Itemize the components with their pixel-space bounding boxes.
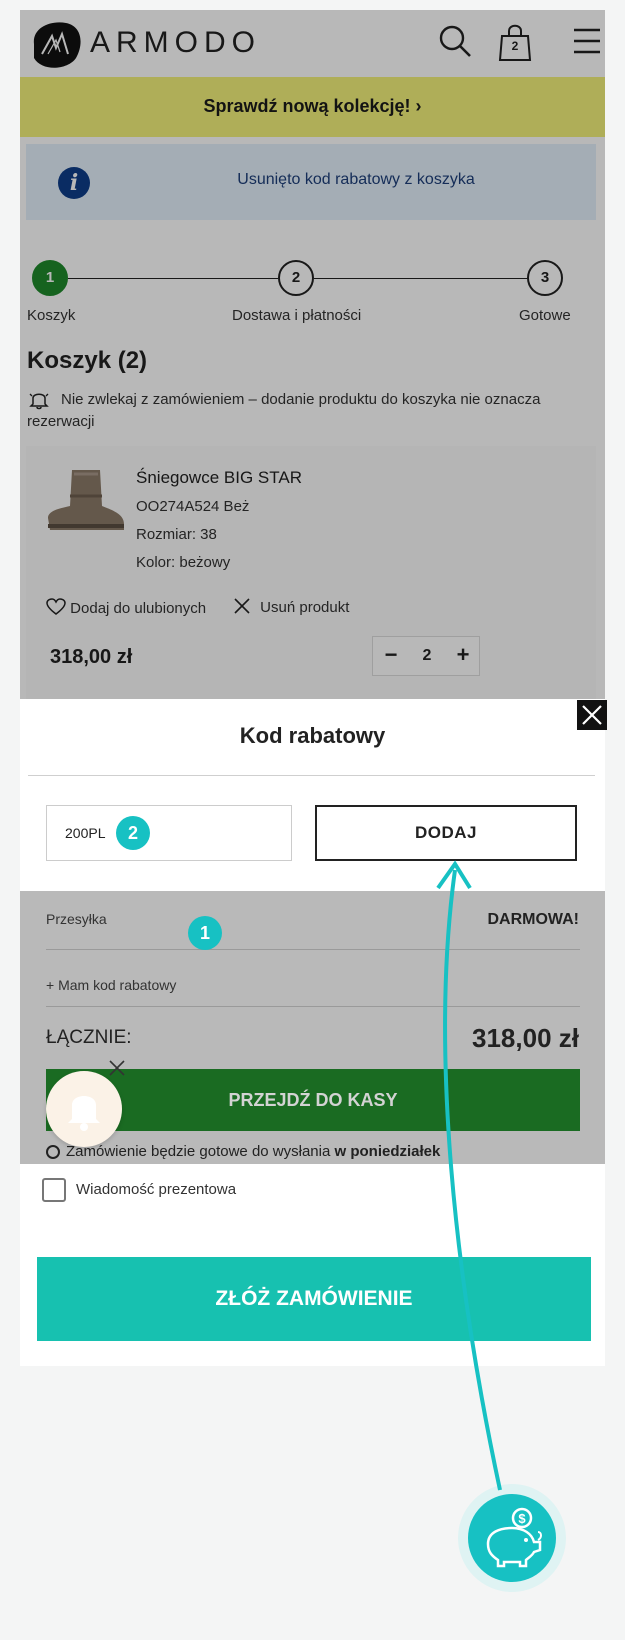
piggy-bank-icon: $ — [486, 1507, 542, 1568]
proceed-to-checkout-button[interactable]: PRZEJDŹ DO KASY — [46, 1069, 580, 1131]
total-label: ŁĄCZNIE: — [46, 1027, 132, 1048]
quantity-increase-button[interactable]: + — [445, 637, 481, 675]
place-order-button[interactable]: ZŁÓŻ ZAMÓWIENIE — [37, 1257, 591, 1341]
discount-code-toggle[interactable]: + Mam kod rabatowy — [46, 977, 176, 993]
total-value: 318,00 zł — [472, 1023, 579, 1053]
reservation-warning: Nie zwlekaj z zamówieniem – dodanie prod… — [27, 391, 541, 430]
bell-icon — [68, 1096, 100, 1131]
product-color: Kolor: beżowy — [136, 554, 231, 571]
product-sku: OO274A524 Beż — [136, 498, 250, 515]
step-connector — [314, 278, 528, 279]
gift-message-label: Wiadomość prezentowa — [76, 1181, 237, 1198]
divider — [28, 775, 595, 776]
step-1-label: Koszyk — [27, 307, 76, 324]
step-2-label: Dostawa i płatności — [232, 307, 362, 324]
shipping-value: DARMOWA! — [487, 911, 579, 928]
favorites-label: Dodaj do ulubionych — [70, 600, 207, 617]
quantity-decrease-button[interactable]: − — [373, 637, 409, 675]
step-3-label: Gotowe — [519, 307, 571, 324]
product-name[interactable]: Śniegowce BIG STAR — [136, 468, 302, 488]
cart-title: Koszyk (2) — [27, 347, 148, 374]
step-badge-2: 2 — [116, 816, 150, 850]
close-icon — [234, 598, 250, 614]
step-connector — [68, 278, 278, 279]
ship-note-day: w poniedziałek — [334, 1143, 441, 1160]
heart-icon — [46, 598, 66, 615]
modal-title: Kod rabatowy — [239, 723, 386, 748]
shipping-label: Przesyłka — [46, 911, 107, 927]
product-size: Rozmiar: 38 — [136, 526, 217, 543]
product-price: 318,00 zł — [50, 646, 133, 668]
product-image[interactable] — [42, 466, 128, 534]
cart-count-badge: 2 — [511, 39, 519, 53]
info-notice-text: Usunięto kod rabatowy z koszyka — [237, 171, 475, 188]
hamburger-menu-icon[interactable] — [574, 26, 600, 56]
remove-label: Usuń produkt — [260, 599, 350, 616]
step-2-circle: 2 — [278, 260, 314, 296]
site-header: ARMODO 2 — [20, 10, 605, 77]
discount-code-input[interactable] — [46, 805, 292, 861]
savings-widget-inner: $ — [468, 1494, 556, 1582]
svg-text:$: $ — [518, 1511, 526, 1526]
cart-button[interactable]: 2 — [498, 22, 532, 62]
gift-message-checkbox[interactable] — [42, 1178, 66, 1202]
divider — [46, 949, 580, 950]
shipping-ready-note: Zamówienie będzie gotowe do wysłania w p… — [66, 1143, 440, 1160]
brand-name[interactable]: ARMODO — [90, 26, 261, 60]
discount-code-modal: Kod rabatowy 2 DODAJ — [20, 699, 607, 891]
step-1-circle[interactable]: 1 — [32, 260, 68, 296]
close-notification-icon[interactable] — [109, 1060, 125, 1076]
add-code-button[interactable]: DODAJ — [315, 805, 577, 861]
notifications-bell-button[interactable] — [46, 1071, 122, 1147]
quantity-value[interactable]: 2 — [409, 637, 445, 675]
remove-product-button[interactable]: Usuń produkt — [234, 598, 349, 616]
quantity-stepper: − 2 + — [372, 636, 480, 676]
cart-item: Śniegowce BIG STAR OO274A524 Beż Rozmiar… — [26, 446, 596, 700]
add-to-favorites-button[interactable]: Dodaj do ulubionych — [46, 598, 206, 617]
savings-widget-button[interactable]: $ — [458, 1484, 566, 1592]
armodo-logo-icon[interactable] — [28, 18, 84, 70]
info-notice: i Usunięto kod rabatowy z koszyka — [26, 144, 596, 220]
step-badge-1: 1 — [188, 916, 222, 950]
new-collection-banner[interactable]: Sprawdź nową kolekcję! › — [20, 77, 605, 137]
step-3-circle: 3 — [527, 260, 563, 296]
clock-icon — [46, 1145, 60, 1159]
search-icon[interactable] — [438, 24, 472, 58]
divider — [46, 1006, 580, 1007]
